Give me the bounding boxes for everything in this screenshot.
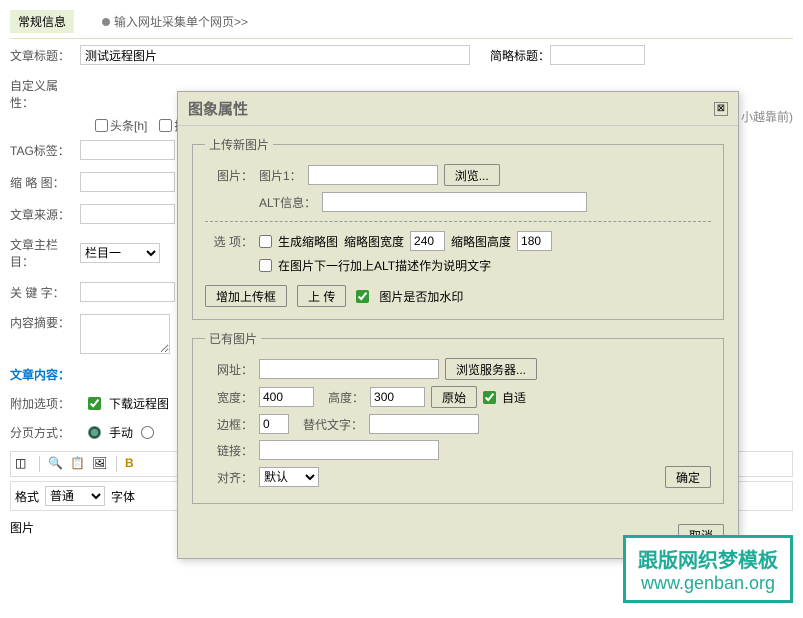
bold-icon[interactable]: B [125, 456, 141, 472]
title-input[interactable] [80, 45, 470, 65]
alt-desc-label: 在图片下一行加上ALT描述作为说明文字 [278, 257, 491, 274]
page-manual-label: 手动 [109, 424, 133, 441]
label-column: 文章主栏目： [10, 236, 80, 270]
label-pic: 图片： [205, 167, 253, 184]
note-text: 小越靠前) [741, 108, 793, 125]
gen-thumb-label: 生成缩略图 [278, 233, 338, 250]
altinfo-input[interactable] [322, 192, 587, 212]
width-input[interactable] [259, 387, 314, 407]
upload-fieldset: 上传新图片 图片： 图片1： 浏览... ALT信息： 选 项： 生成缩略图 缩… [192, 136, 724, 320]
upload-button[interactable]: 上 传 [297, 285, 346, 307]
label-tags: TAG标签： [10, 142, 80, 159]
alt-desc-checkbox[interactable] [259, 259, 272, 272]
page-auto-radio[interactable] [141, 426, 154, 439]
dialog-title: 图象属性 [188, 98, 248, 119]
download-remote-label: 下载远程图 [109, 395, 169, 412]
thumb-w-label: 缩略图宽度 [344, 233, 404, 250]
tags-input[interactable] [80, 140, 175, 160]
align-select[interactable]: 默认 [259, 467, 319, 487]
label-border: 边框： [205, 416, 253, 433]
attr-checkbox-c[interactable] [159, 119, 172, 132]
watermark-url: www.genban.org [638, 573, 778, 594]
label-opts: 选 项： [205, 233, 253, 250]
watermark-label: 图片是否加水印 [379, 288, 463, 305]
image-properties-dialog: 图象属性 ⊠ 上传新图片 图片： 图片1： 浏览... ALT信息： 选 项： … [177, 91, 739, 559]
source-input[interactable] [80, 204, 175, 224]
label-altinfo: ALT信息： [259, 194, 316, 211]
label-link: 链接： [205, 442, 253, 459]
add-upload-box-button[interactable]: 增加上传框 [205, 285, 287, 307]
label-align: 对齐： [205, 469, 253, 486]
existing-legend: 已有图片 [205, 330, 261, 347]
label-pic1: 图片1： [259, 167, 302, 184]
height-input[interactable] [370, 387, 425, 407]
keywords-input[interactable] [80, 282, 175, 302]
label-font: 字体 [111, 488, 135, 505]
label-width: 宽度： [205, 389, 253, 406]
label-summary: 内容摘要： [10, 314, 80, 331]
thumb-w-input[interactable] [410, 231, 445, 251]
border-input[interactable] [259, 414, 289, 434]
thumb-h-input[interactable] [517, 231, 552, 251]
browse-server-button[interactable]: 浏览服务器... [445, 358, 537, 380]
attr-h[interactable]: 头条[h] [95, 117, 147, 134]
browse-button[interactable]: 浏览... [444, 164, 500, 186]
watermark-cn: 跟版网织梦模板 [638, 544, 778, 573]
auto-checkbox[interactable] [483, 391, 496, 404]
column-select[interactable]: 栏目一 [80, 243, 160, 263]
image-icon[interactable]: 🖼 [92, 456, 108, 472]
pic1-input[interactable] [308, 165, 438, 185]
tab-collect[interactable]: 输入网址采集单个网页>> [94, 10, 256, 33]
copy-icon[interactable]: 📋 [70, 456, 86, 472]
ok-button[interactable]: 确定 [665, 466, 711, 488]
link-input[interactable] [259, 440, 439, 460]
preview-icon[interactable]: 🔍 [48, 456, 64, 472]
download-remote-checkbox[interactable] [88, 397, 101, 410]
alttext-input[interactable] [369, 414, 479, 434]
thumb-h-label: 缩略图高度 [451, 233, 511, 250]
thumb-input[interactable] [80, 172, 175, 192]
label-short-title: 简略标题： [490, 47, 550, 64]
existing-fieldset: 已有图片 网址： 浏览服务器... 宽度： 高度： 原始 自适 边框： 替代文字… [192, 330, 724, 504]
label-alttext: 替代文字： [303, 416, 363, 433]
watermark-checkbox[interactable] [356, 290, 369, 303]
short-title-input[interactable] [550, 45, 645, 65]
label-format: 格式 [15, 488, 39, 505]
label-keywords: 关 键 字： [10, 284, 80, 301]
upload-legend: 上传新图片 [205, 136, 273, 153]
url-input[interactable] [259, 359, 439, 379]
gen-thumb-checkbox[interactable] [259, 235, 272, 248]
tabs: 常规信息 输入网址采集单个网页>> [10, 5, 793, 39]
page-manual-radio[interactable] [88, 426, 101, 439]
format-select[interactable]: 普通 [45, 486, 105, 506]
attr-checkbox-h[interactable] [95, 119, 108, 132]
summary-input[interactable] [80, 314, 170, 354]
label-addopt: 附加选项： [10, 395, 80, 412]
label-height: 高度： [328, 389, 364, 406]
label-source: 文章来源： [10, 206, 80, 223]
label-custom-attr: 自定义属性： [10, 77, 80, 111]
auto-label: 自适 [502, 389, 526, 406]
orig-button[interactable]: 原始 [431, 386, 477, 408]
label-thumb: 缩 略 图： [10, 174, 80, 191]
watermark-box: 跟版网织梦模板 www.genban.org [623, 535, 793, 603]
tab-general[interactable]: 常规信息 [10, 10, 74, 33]
label-pagemode: 分页方式： [10, 424, 80, 441]
source-icon[interactable]: ◫ [15, 456, 31, 472]
close-icon[interactable]: ⊠ [714, 102, 728, 116]
label-title: 文章标题： [10, 47, 80, 64]
label-url: 网址： [205, 361, 253, 378]
label-content: 文章内容： [10, 366, 80, 383]
